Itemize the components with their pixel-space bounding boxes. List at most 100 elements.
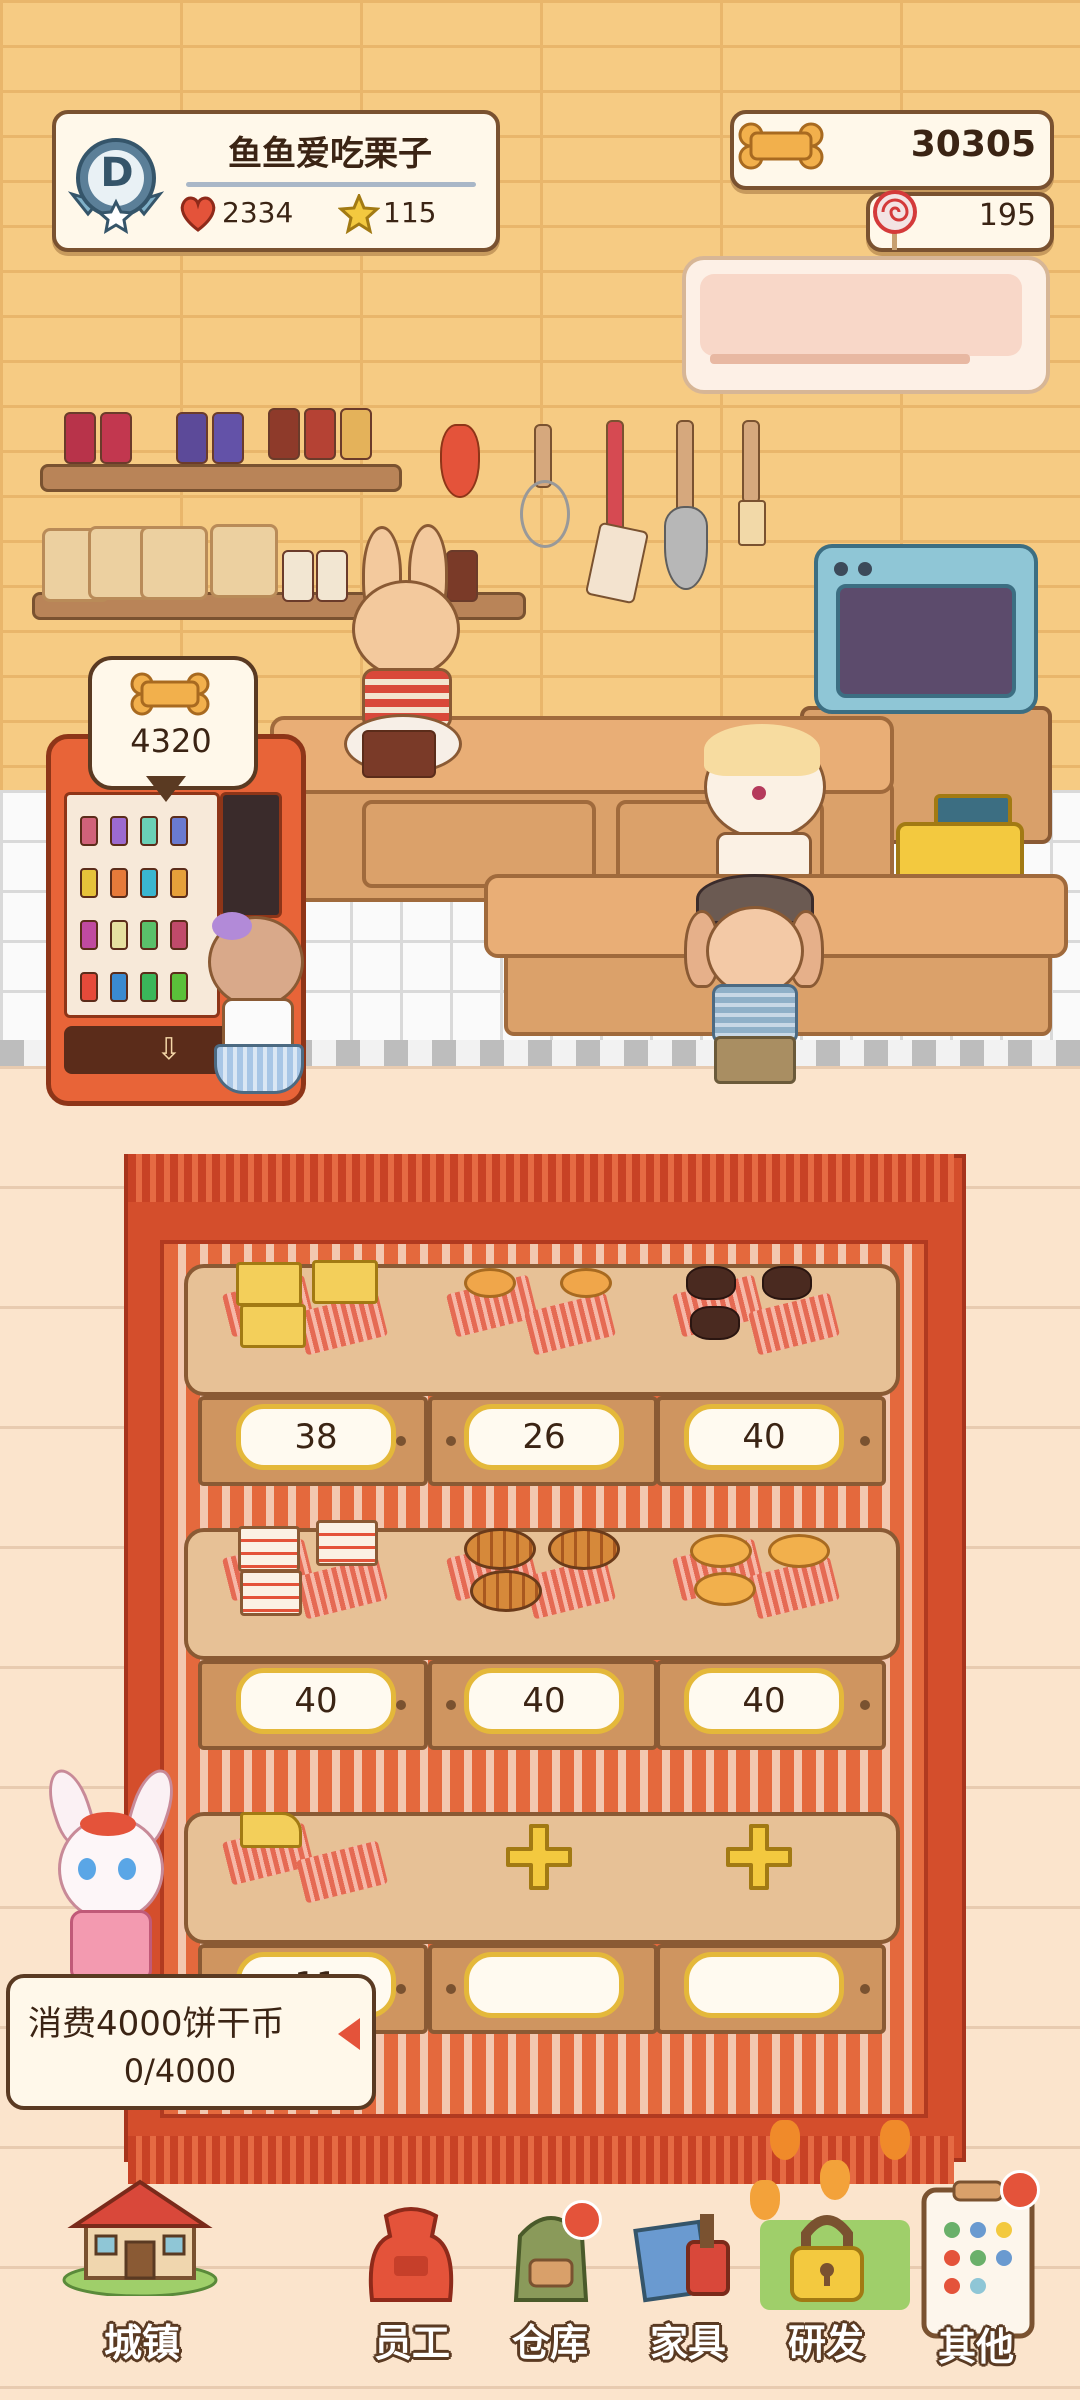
other-notification-dot	[1000, 2170, 1040, 2210]
bear-customer-skirt	[214, 1044, 304, 1094]
dog-customer-shirt	[712, 984, 798, 1044]
jam-jar	[268, 408, 300, 460]
stock-count: 40	[684, 1404, 844, 1470]
lemon-cake-icon[interactable]	[240, 1304, 306, 1348]
flour-bag	[140, 526, 208, 600]
jam-jar	[212, 412, 244, 464]
bone-icon	[738, 122, 824, 170]
tart-icon[interactable]	[560, 1268, 612, 1298]
croissant-icon[interactable]	[464, 1528, 536, 1570]
tart-icon[interactable]	[464, 1268, 516, 1298]
alpaca-eye	[752, 786, 766, 800]
name-underline	[186, 182, 476, 187]
drink-bottle	[140, 816, 158, 846]
bone-count: 30305	[910, 124, 1036, 165]
nav-town-label: 城镇	[103, 2321, 180, 2365]
star-count: 115	[383, 196, 437, 229]
drink-bottle	[80, 816, 98, 846]
alpaca-hair	[704, 724, 820, 776]
drink-bottle	[140, 868, 158, 898]
dog-customer-pants	[714, 1036, 796, 1084]
drawer-knob	[860, 1700, 870, 1710]
task-collapse-arrow-icon[interactable]	[338, 2018, 360, 2050]
oven-knob	[858, 562, 872, 576]
stock-count: 40	[684, 1668, 844, 1734]
heart-count: 2334	[222, 196, 294, 229]
whisk-icon	[534, 424, 552, 488]
rug-fringe	[128, 1154, 954, 1202]
stock-count: 38	[236, 1404, 396, 1470]
stock-count	[464, 1952, 624, 2018]
stock-count: 40	[464, 1668, 624, 1734]
drawer-knob	[446, 1700, 456, 1710]
apron-icon	[368, 2207, 454, 2302]
cake-server-blade	[664, 506, 708, 590]
drink-bottle	[110, 868, 128, 898]
bunny-helper-eye	[78, 1858, 96, 1880]
chocolate-cookie-icon[interactable]	[686, 1266, 736, 1300]
oven-knob	[834, 562, 848, 576]
player-name: 鱼鱼爱吃栗子	[228, 134, 432, 174]
nav-research-label: 研发	[787, 2321, 864, 2365]
jam-jar	[304, 408, 336, 460]
lemon-cake-icon[interactable]	[312, 1260, 378, 1304]
star-icon	[338, 194, 380, 234]
whisk-head	[520, 480, 570, 548]
lemon-cake-icon[interactable]	[236, 1262, 302, 1306]
butter-cookie-icon[interactable]	[694, 1572, 756, 1606]
spice-jar	[316, 550, 348, 602]
add-product-icon[interactable]	[724, 1822, 794, 1892]
nav-other-label: 其他	[937, 2325, 1014, 2369]
air-conditioner-panel	[700, 274, 1022, 356]
lollipop-count: 195	[978, 198, 1036, 233]
flour-bag	[210, 524, 278, 598]
nav-town-button[interactable]	[50, 2176, 230, 2306]
drink-bottle	[170, 816, 188, 846]
drink-bottle	[110, 920, 128, 950]
stock-count: 26	[464, 1404, 624, 1470]
drink-bottle	[170, 920, 188, 950]
bunny-helper-eye	[118, 1858, 136, 1880]
bunny-helper-dress	[70, 1910, 152, 1982]
chocolate-cookie-icon[interactable]	[690, 1306, 740, 1340]
drink-bottle	[80, 920, 98, 950]
pastry-brush-icon	[742, 420, 760, 504]
baker-rabbit-head[interactable]	[352, 580, 460, 678]
drink-bottle	[80, 868, 98, 898]
nav-research-button[interactable]	[766, 2206, 886, 2316]
vending-bubble-tail	[146, 776, 186, 802]
nav-furniture-button[interactable]	[626, 2206, 746, 2316]
task-title: 消费4000饼干币	[28, 2004, 285, 2044]
drink-bottle	[170, 868, 188, 898]
jam-jar	[64, 412, 96, 464]
dog-customer-head[interactable]	[706, 906, 804, 996]
heart-icon	[180, 196, 216, 232]
drink-bottle	[110, 816, 128, 846]
drink-bottle	[80, 972, 98, 1002]
nav-warehouse-label: 仓库	[511, 2321, 588, 2365]
butter-cookie-icon[interactable]	[768, 1534, 830, 1568]
chocolate-cookie-icon[interactable]	[762, 1266, 812, 1300]
cheesecake-icon[interactable]	[240, 1812, 302, 1848]
nav-furniture-label: 家具	[649, 2321, 726, 2365]
warehouse-notification-dot	[562, 2200, 602, 2240]
nav-warehouse-button[interactable]	[490, 2200, 610, 2316]
cake-server-icon	[676, 420, 694, 514]
cake-slice-icon	[362, 730, 436, 778]
stock-count: 40	[236, 1668, 396, 1734]
add-product-icon[interactable]	[504, 1822, 574, 1892]
nav-staff-button[interactable]	[350, 2206, 470, 2316]
butter-cookie-icon[interactable]	[690, 1534, 752, 1568]
strawberry-cake-icon[interactable]	[238, 1526, 300, 1572]
lock-icon	[790, 2215, 864, 2302]
wall-shelf-top	[40, 464, 402, 492]
croissant-icon[interactable]	[548, 1528, 620, 1570]
spice-jar	[446, 550, 478, 602]
strawberry-cake-icon[interactable]	[240, 1570, 302, 1616]
bunny-helper-bow	[80, 1812, 136, 1836]
jam-jar	[340, 408, 372, 460]
strawberry-cake-icon[interactable]	[316, 1520, 378, 1566]
jam-jar	[100, 412, 132, 464]
croissant-icon[interactable]	[470, 1570, 542, 1612]
task-progress: 0/4000	[123, 2052, 237, 2090]
